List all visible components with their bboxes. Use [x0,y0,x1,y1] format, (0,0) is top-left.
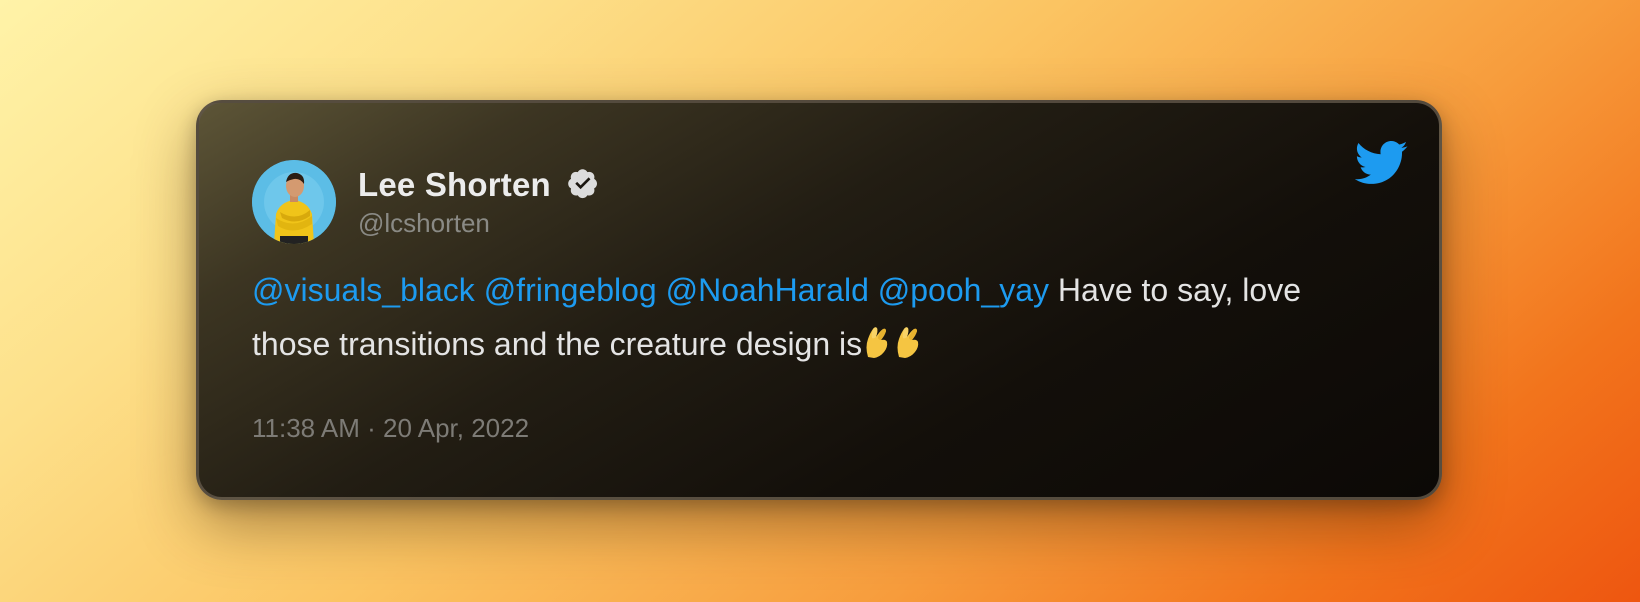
verified-badge-icon [568,168,597,198]
mention-link[interactable]: @visuals_black [252,272,475,308]
user-handle[interactable]: @lcshorten [358,208,599,239]
user-info: Lee Shorten @lcshorten [358,166,599,239]
mention-link[interactable]: @pooh_yay [878,272,1049,308]
tweet-header: Lee Shorten @lcshorten [252,160,599,244]
pinched-fingers-emoji-icon [866,327,888,358]
tweet-body: @visuals_black @fringeblog @NoahHarald @… [252,263,1382,371]
tweet-card: Lee Shorten @lcshorten @visuals_black @f… [196,100,1442,500]
tweet-timestamp[interactable]: 11:38 AM · 20 Apr, 2022 [252,413,529,444]
pinched-fingers-emoji-icon [897,327,919,358]
person-avatar-icon [252,160,336,244]
twitter-bird-icon[interactable] [1355,141,1409,185]
avatar[interactable] [252,160,336,244]
user-name[interactable]: Lee Shorten [358,166,551,204]
mention-link[interactable]: @fringeblog [484,272,657,308]
name-row: Lee Shorten [358,166,599,204]
mention-link[interactable]: @NoahHarald [666,272,869,308]
